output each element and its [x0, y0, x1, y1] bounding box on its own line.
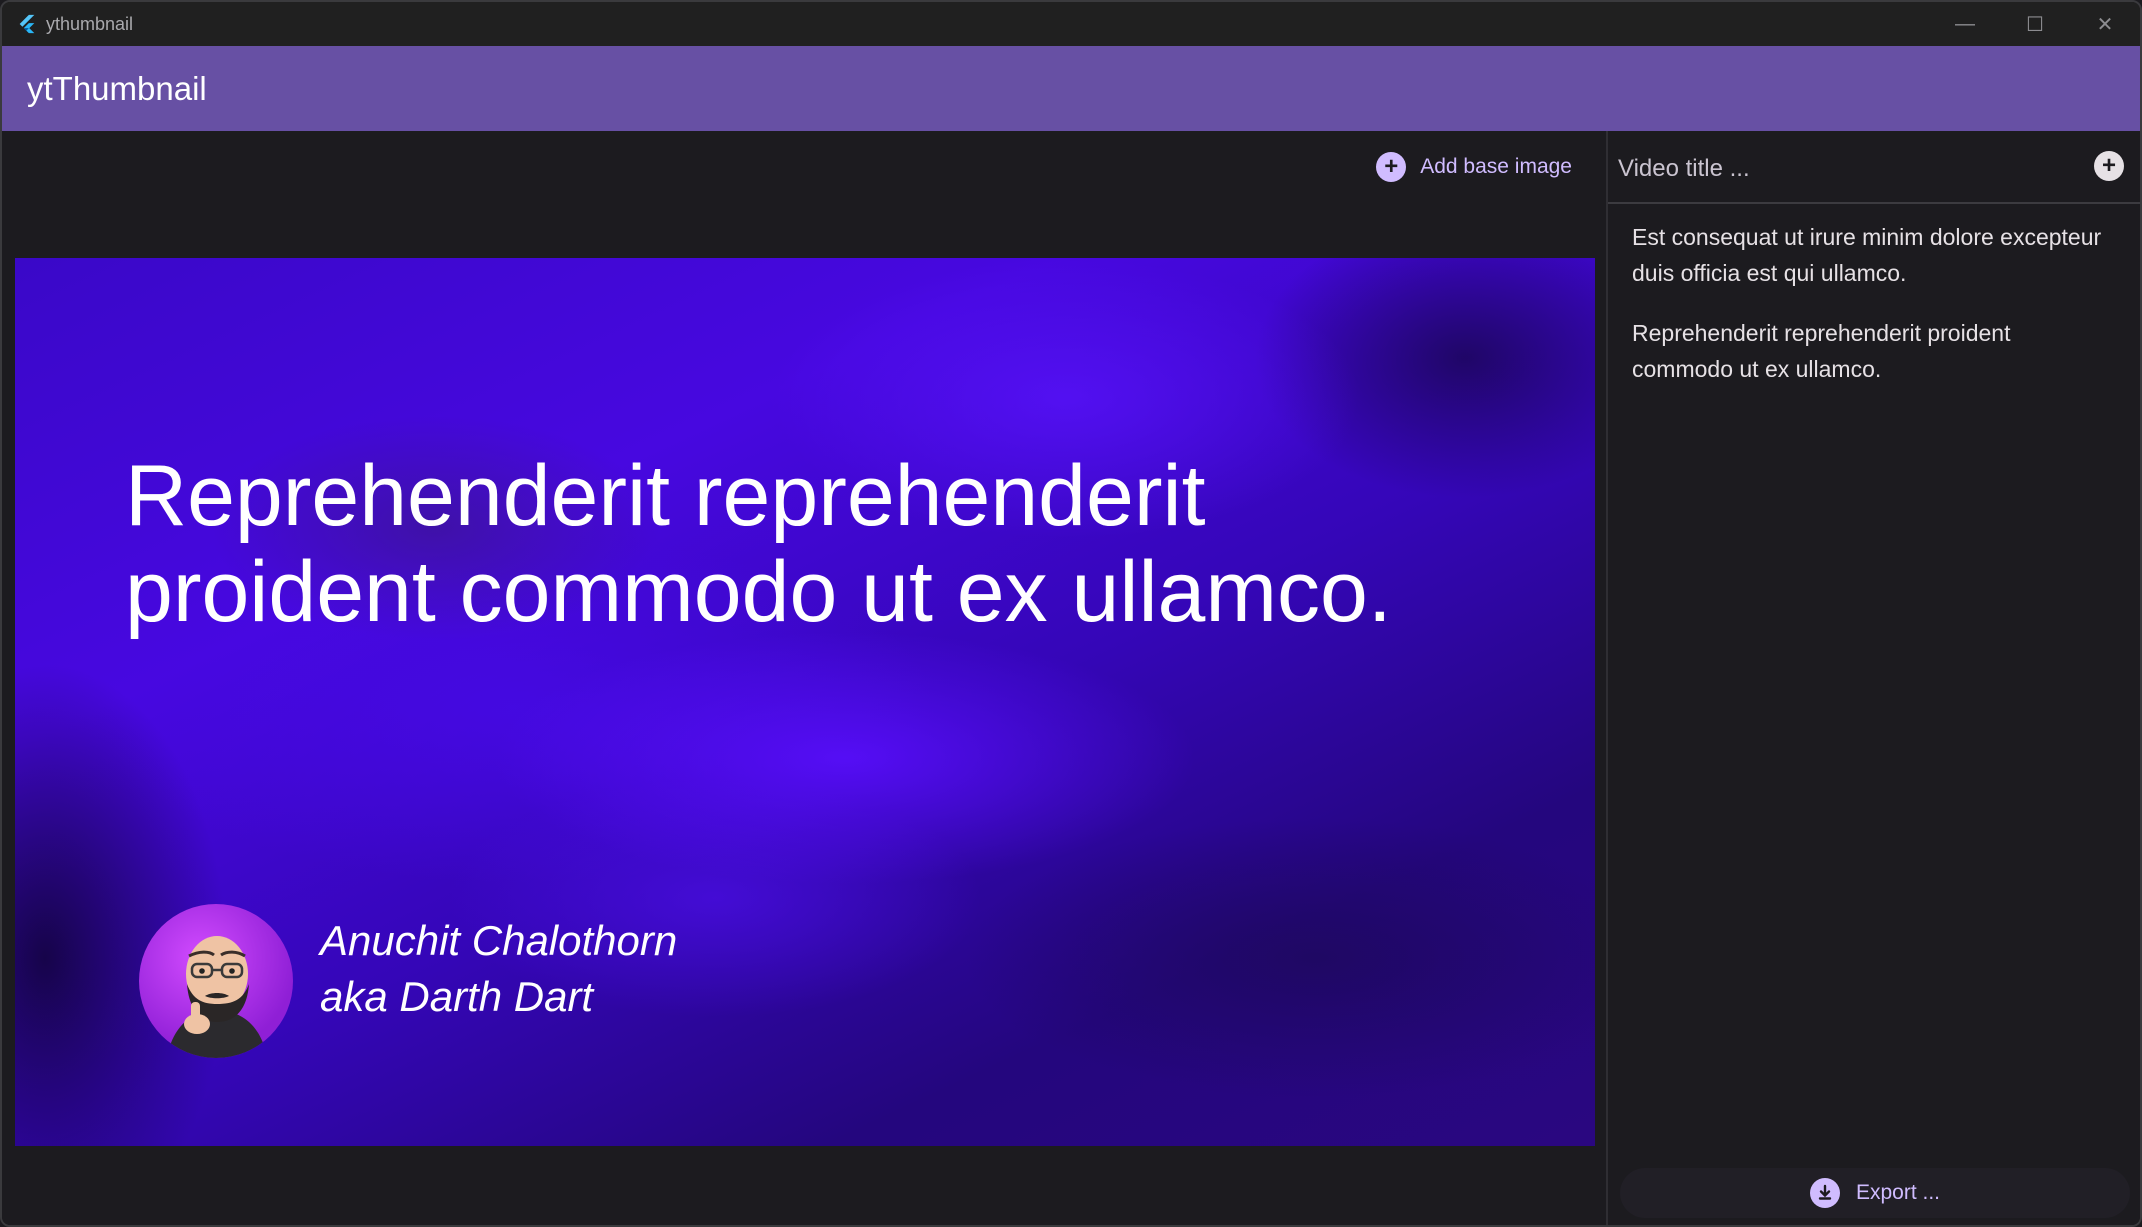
person-avatar-icon [167, 936, 267, 1058]
add-title-button[interactable]: + [2094, 151, 2124, 181]
list-item[interactable]: Est consequat ut irure minim dolore exce… [1632, 219, 2102, 291]
thumbnail-preview: Reprehenderit reprehenderit proident com… [15, 258, 1595, 1146]
add-base-image-button[interactable]: + Add base image [1376, 147, 1572, 187]
titles-panel: + Est consequat ut irure minim dolore ex… [1608, 131, 2140, 1225]
download-icon [1809, 1178, 1840, 1208]
app-window: ythumbnail — ☐ ✕ ytThumbnail + Add base … [0, 0, 2142, 1227]
add-base-image-label: Add base image [1420, 155, 1572, 178]
window-titlebar: ythumbnail — ☐ ✕ [2, 2, 2140, 46]
maximize-button[interactable]: ☐ [2000, 2, 2070, 46]
video-title-input[interactable] [1618, 149, 2058, 189]
app-title: ytThumbnail [27, 69, 207, 107]
video-title-field: + [1608, 131, 2140, 204]
plus-circle-icon: + [2094, 151, 2124, 181]
author-name-line1: Anuchit Chalothorn [320, 917, 678, 964]
plus-circle-icon: + [1376, 152, 1407, 182]
window-title: ythumbnail [46, 13, 134, 34]
export-label: Export ... [1855, 1181, 1941, 1204]
close-button[interactable]: ✕ [2070, 2, 2140, 46]
author-name-line2: aka Darth Dart [320, 973, 594, 1020]
list-item[interactable]: Reprehenderit reprehenderit proident com… [1632, 315, 2102, 387]
app-bar: ytThumbnail [2, 46, 2140, 131]
flutter-logo-icon [19, 14, 35, 34]
export-button[interactable]: Export ... [1620, 1168, 2130, 1218]
thumbnail-headline: Reprehenderit reprehenderit proident com… [125, 448, 1392, 640]
author-avatar [139, 904, 293, 1058]
minimize-button[interactable]: — [1930, 2, 2000, 46]
author-name: Anuchit Chalothorn aka Darth Dart [320, 913, 677, 1025]
title-list: Est consequat ut irure minim dolore exce… [1632, 219, 2102, 411]
window-controls: — ☐ ✕ [1930, 2, 2140, 46]
preview-panel: + Add base image Reprehenderit reprehend… [2, 131, 1606, 1225]
